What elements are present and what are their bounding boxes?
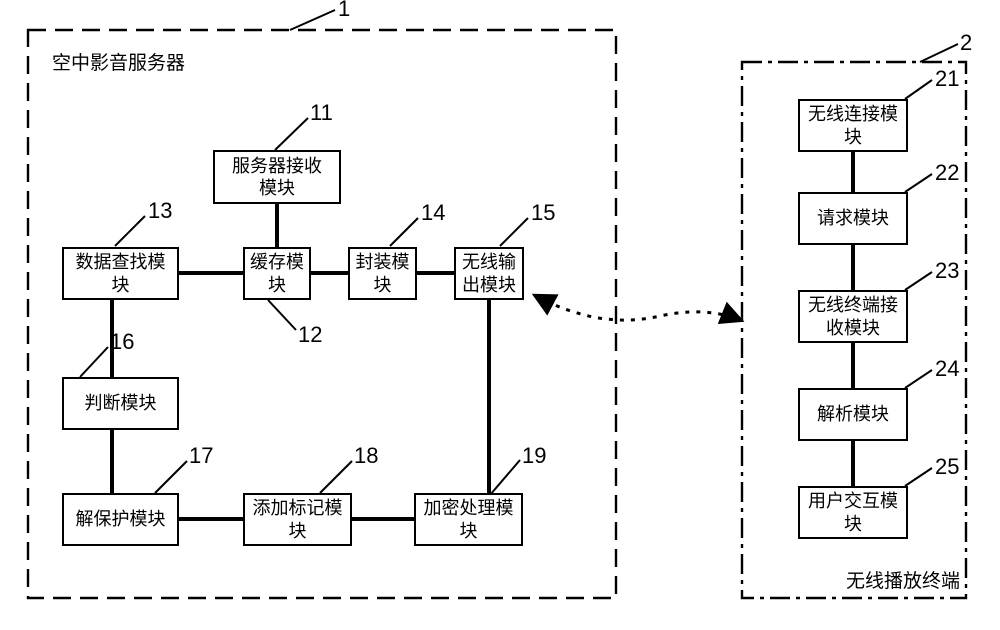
module-22: 请求模块 <box>798 192 908 245</box>
module-16: 判断模块 <box>62 377 179 430</box>
ref-15: 15 <box>531 200 555 226</box>
ref-12: 12 <box>298 322 322 348</box>
module-15: 无线输出模块 <box>454 247 524 300</box>
ref-25: 25 <box>935 454 959 480</box>
module-18-label: 添加标记模块 <box>253 497 343 542</box>
module-11-label: 服务器接收模块 <box>232 155 322 200</box>
module-21: 无线连接模块 <box>798 99 908 152</box>
module-21-label: 无线连接模块 <box>808 103 898 148</box>
module-19: 加密处理模块 <box>414 493 523 546</box>
ref-19: 19 <box>522 443 546 469</box>
module-24-label: 解析模块 <box>817 403 889 426</box>
module-23: 无线终端接收模块 <box>798 290 908 343</box>
module-25: 用户交互模块 <box>798 486 908 539</box>
ref-16: 16 <box>110 329 134 355</box>
module-17: 解保护模块 <box>62 493 179 546</box>
module-23-label: 无线终端接收模块 <box>808 294 898 339</box>
ref-21: 21 <box>935 66 959 92</box>
module-24: 解析模块 <box>798 388 908 441</box>
ref-23: 23 <box>935 258 959 284</box>
ref-22: 22 <box>935 160 959 186</box>
ref-13: 13 <box>148 198 172 224</box>
module-14: 封装模块 <box>348 247 417 300</box>
ref-11: 11 <box>310 100 333 126</box>
module-17-label: 解保护模块 <box>76 508 166 531</box>
module-13: 数据查找模块 <box>62 247 179 300</box>
diagram-canvas: 空中影音服务器 1 2 无线播放终端 服务器接收模块 11 缓存模块 12 数据… <box>0 0 1000 630</box>
module-22-label: 请求模块 <box>817 207 889 230</box>
module-16-label: 判断模块 <box>85 392 157 415</box>
terminal-container-title: 无线播放终端 <box>846 566 960 593</box>
ref-24: 24 <box>935 356 959 382</box>
module-12: 缓存模块 <box>243 247 311 300</box>
ref-1: 1 <box>338 0 350 22</box>
module-19-label: 加密处理模块 <box>424 497 514 542</box>
module-14-label: 封装模块 <box>356 251 410 296</box>
server-container-title: 空中影音服务器 <box>52 48 185 75</box>
module-18: 添加标记模块 <box>243 493 352 546</box>
module-12-label: 缓存模块 <box>250 251 304 296</box>
module-13-label: 数据查找模块 <box>76 251 166 296</box>
ref-14: 14 <box>421 200 445 226</box>
ref-18: 18 <box>354 443 378 469</box>
module-25-label: 用户交互模块 <box>808 490 898 535</box>
module-11: 服务器接收模块 <box>213 150 341 204</box>
ref-2: 2 <box>960 30 972 56</box>
module-15-label: 无线输出模块 <box>462 251 516 296</box>
ref-17: 17 <box>189 443 213 469</box>
